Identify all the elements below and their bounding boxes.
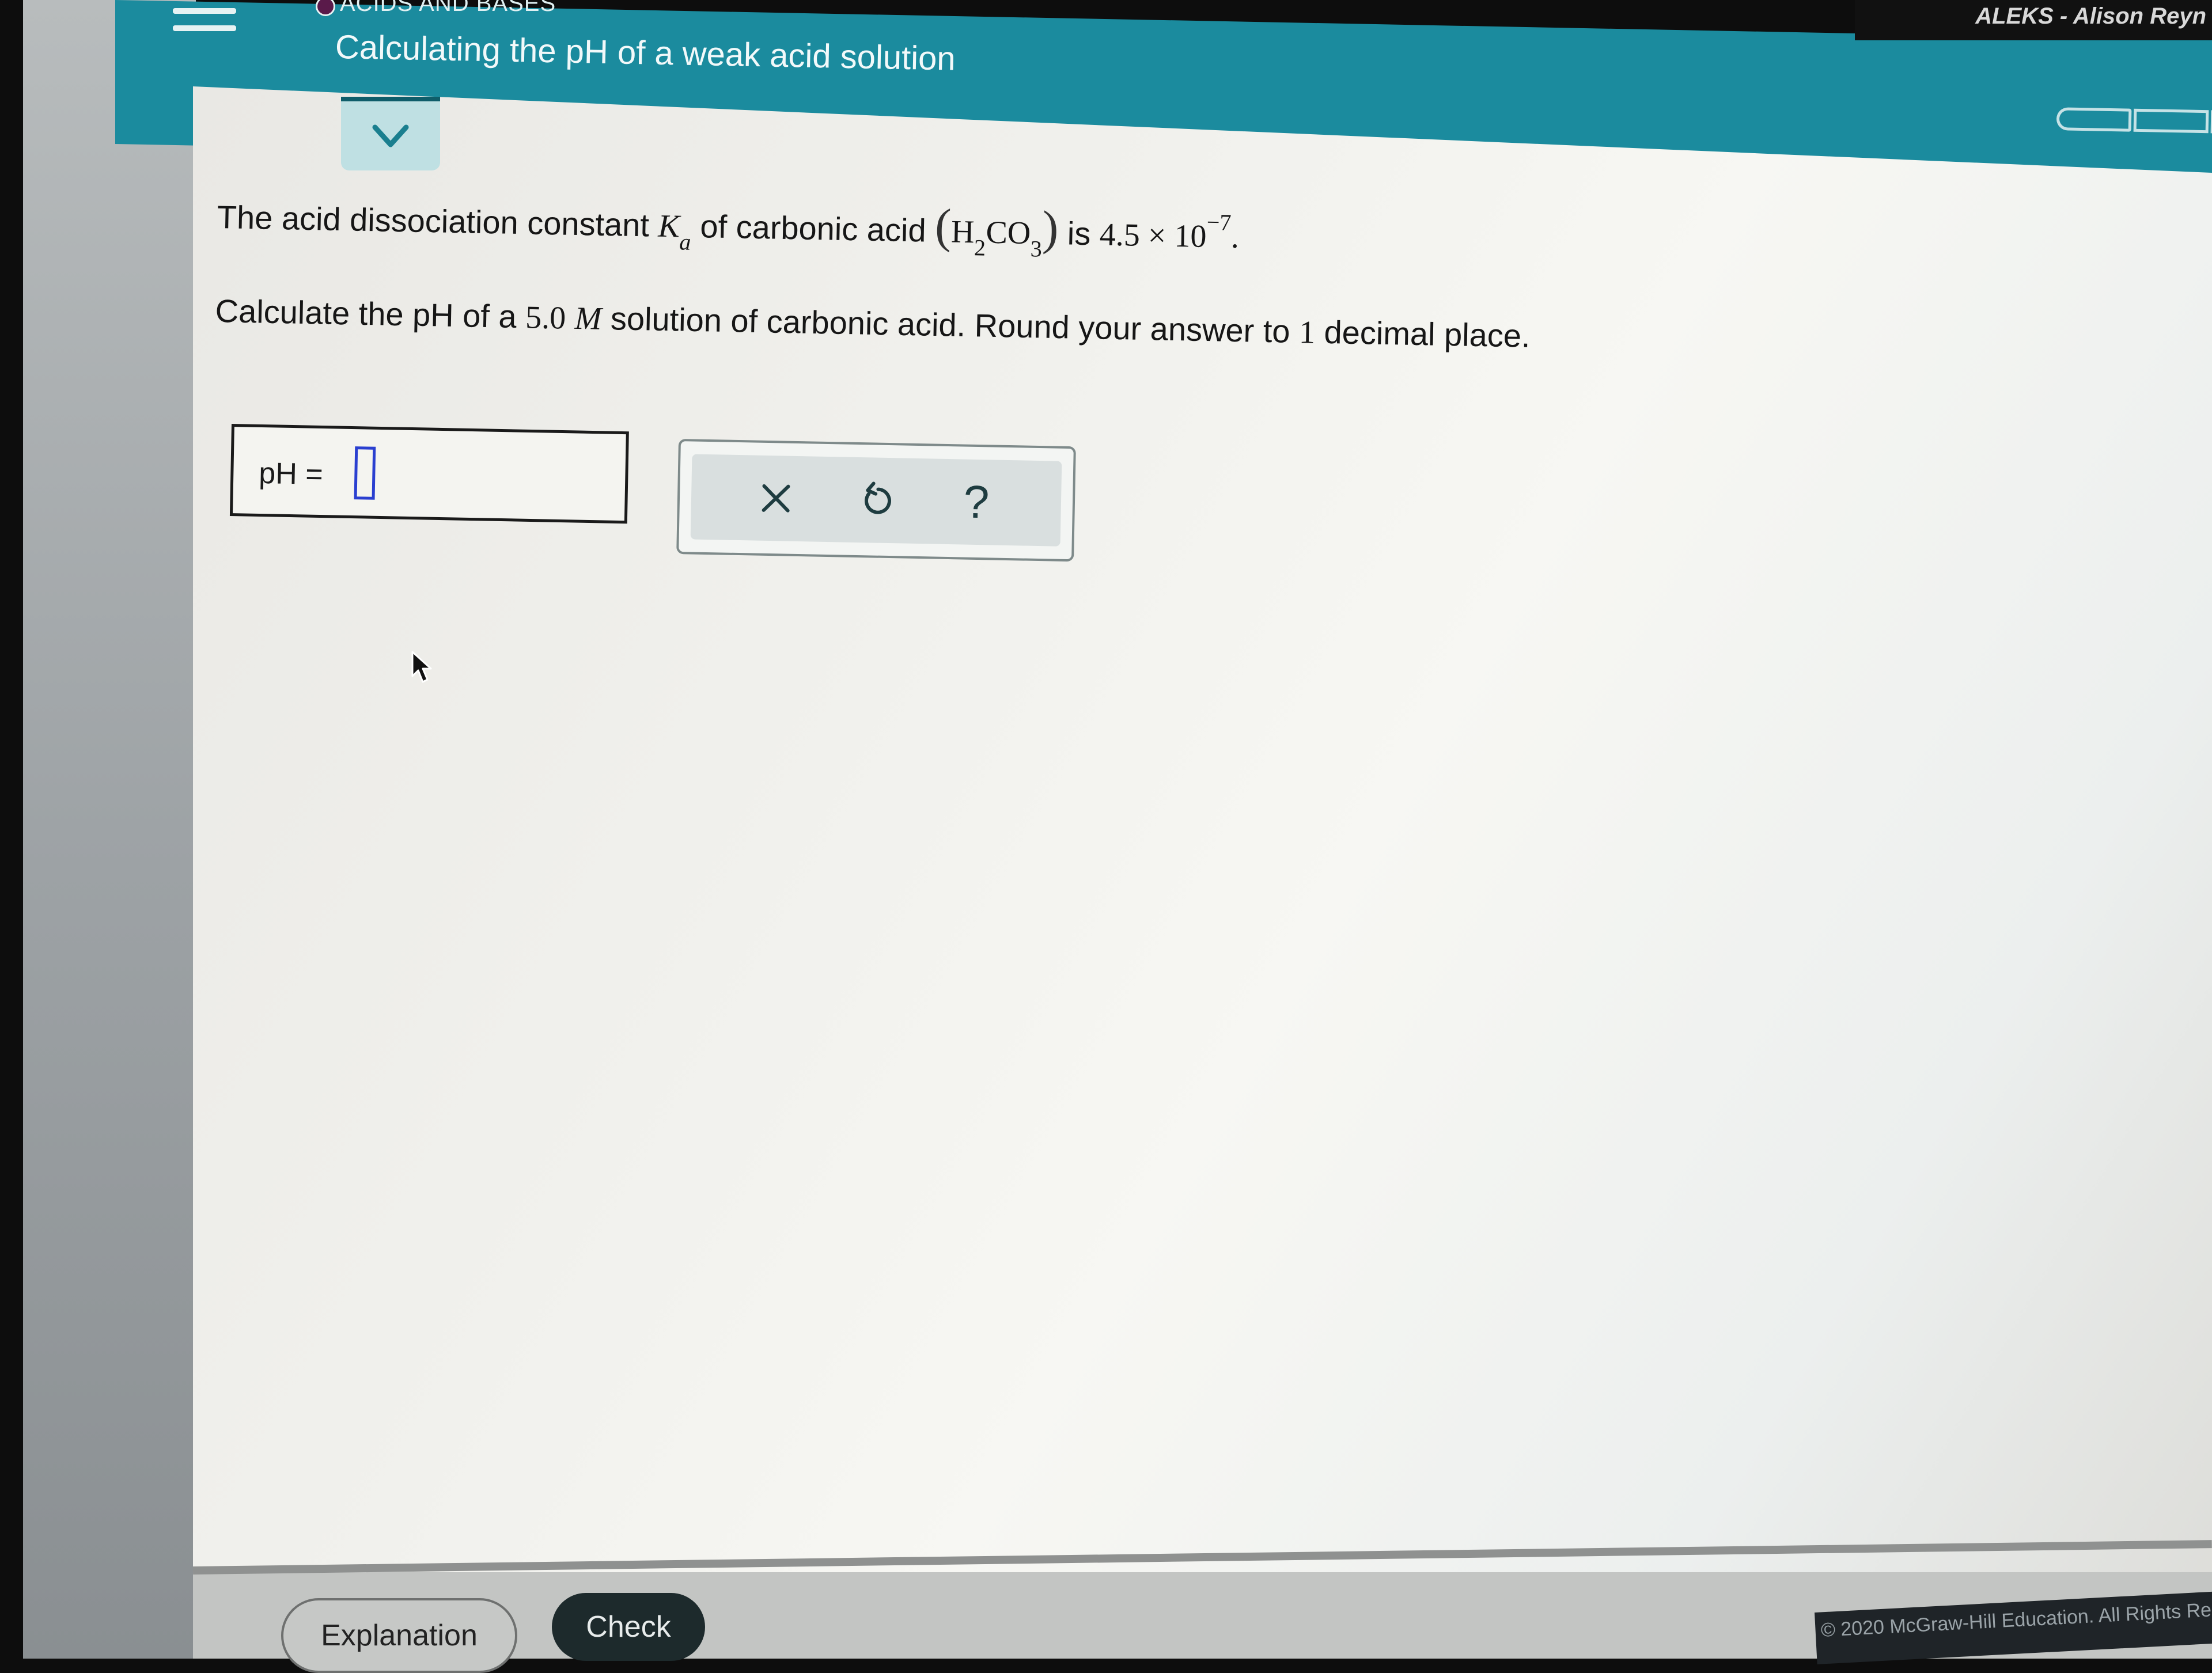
progress-indicator bbox=[2056, 107, 2212, 135]
clear-button[interactable] bbox=[747, 469, 805, 528]
progress-segment bbox=[2133, 108, 2209, 134]
section-label: ACIDS AND BASES bbox=[340, 0, 556, 16]
chevron-down-icon bbox=[372, 124, 409, 147]
formula-h: H bbox=[950, 214, 975, 251]
decimal-count: 1 bbox=[1298, 314, 1316, 351]
help-icon: ? bbox=[963, 476, 990, 528]
paren-open: ( bbox=[934, 199, 952, 253]
menu-line bbox=[173, 8, 236, 14]
formula-co: CO bbox=[985, 214, 1031, 252]
hamburger-menu-icon[interactable] bbox=[173, 8, 236, 43]
text: . bbox=[1230, 219, 1240, 256]
text: Calculate the pH of a bbox=[215, 292, 526, 335]
ph-answer-input[interactable] bbox=[354, 446, 376, 500]
answer-tools-panel: ? bbox=[676, 439, 1076, 562]
progress-segment bbox=[2056, 107, 2132, 132]
collapse-toggle-button[interactable] bbox=[341, 97, 440, 170]
help-button[interactable]: ? bbox=[947, 473, 1006, 532]
undo-button[interactable] bbox=[847, 471, 906, 530]
mouse-cursor-icon bbox=[411, 651, 432, 683]
undo-icon bbox=[865, 481, 891, 514]
left-sidebar-strip bbox=[23, 0, 196, 1659]
text: of carbonic acid bbox=[699, 208, 927, 249]
answer-box: pH = bbox=[229, 424, 629, 524]
ka-symbol: K bbox=[657, 208, 680, 245]
check-button[interactable]: Check bbox=[552, 1593, 705, 1661]
text: is bbox=[1067, 215, 1091, 252]
screen: ALEKS - Alison Reyn ACIDS AND BASES Calc… bbox=[0, 0, 2212, 1673]
explanation-button[interactable]: Explanation bbox=[281, 1598, 517, 1673]
concentration-value: 5.0 bbox=[525, 299, 566, 336]
answer-tools: ? bbox=[690, 454, 1062, 547]
window-title: ALEKS - Alison Reyn bbox=[1975, 3, 2206, 29]
close-icon bbox=[762, 484, 790, 513]
paren-close: ) bbox=[1041, 201, 1059, 256]
text: decimal place. bbox=[1315, 313, 1531, 354]
question-text: The acid dissociation constant K a of ca… bbox=[215, 184, 1533, 355]
ka-exponent: −7 bbox=[1206, 208, 1232, 236]
ka-subscript: a bbox=[679, 229, 691, 255]
formula-h-sub: 2 bbox=[974, 234, 986, 261]
ka-value: 4.5 × 10 bbox=[1099, 217, 1207, 255]
ph-label: pH = bbox=[258, 456, 324, 492]
os-title-bar: ALEKS - Alison Reyn bbox=[1855, 0, 2212, 40]
formula-co-sub: 3 bbox=[1030, 236, 1043, 262]
molarity-unit: M bbox=[574, 300, 602, 337]
text: The acid dissociation constant bbox=[217, 198, 650, 244]
menu-line bbox=[173, 25, 236, 31]
